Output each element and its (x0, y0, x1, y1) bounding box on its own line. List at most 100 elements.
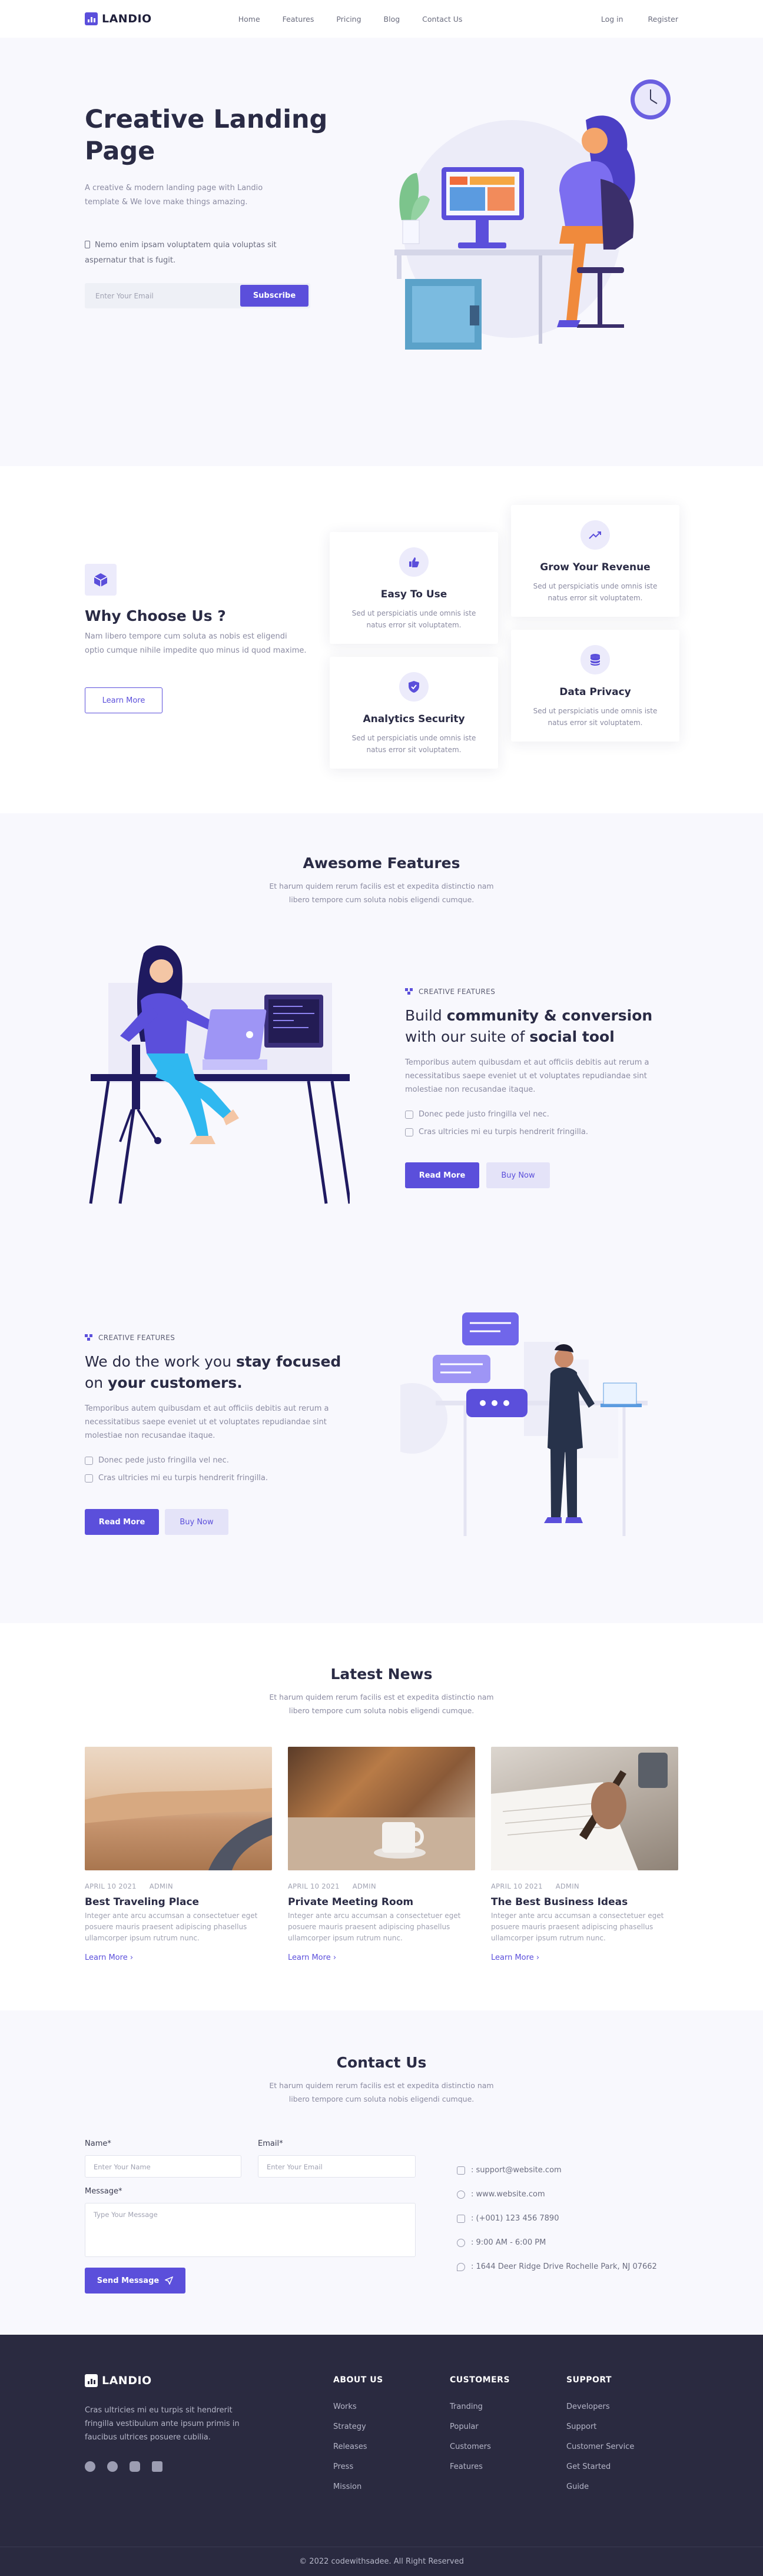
top-navbar: LANDIO Home Features Pricing Blog Contac… (0, 0, 763, 38)
database-icon (580, 645, 610, 674)
email-input[interactable]: Enter Your Email (258, 2155, 416, 2178)
contact-email[interactable]: : support@website.com (457, 2166, 562, 2175)
card-title: Analytics Security (363, 713, 465, 725)
footer-logo[interactable]: LANDIO (85, 2374, 152, 2387)
register-link[interactable]: Register (648, 15, 678, 24)
buy-now-button[interactable]: Buy Now (165, 1509, 228, 1535)
feature-tag: CREATIVE FEATURES (85, 1334, 175, 1342)
thumbs-up-icon (399, 547, 429, 577)
footer-col-title: CUSTOMERS (450, 2375, 510, 2385)
footer-link[interactable]: Get Started (566, 2462, 634, 2471)
mail-icon (457, 2166, 465, 2175)
contact-phone[interactable]: : (+001) 123 456 7890 (457, 2214, 559, 2223)
footer-link[interactable]: Developers (566, 2402, 634, 2411)
social-links (85, 2461, 162, 2472)
phone-icon (457, 2214, 465, 2223)
diamond-icon (85, 1474, 93, 1483)
card-title: Grow Your Revenue (540, 561, 651, 573)
card-text: Sed ut perspiciatis unde omnis iste natu… (351, 609, 476, 629)
megaphone-icon (405, 1128, 413, 1136)
card-text: Sed ut perspiciatis unde omnis iste natu… (351, 734, 476, 754)
link-icon (85, 1456, 93, 1465)
news-title: Private Meeting Room (288, 1896, 414, 1908)
email-input[interactable]: Enter Your Email (85, 292, 240, 300)
author-label: ADMIN (149, 1882, 173, 1890)
nav-pricing[interactable]: Pricing (336, 15, 361, 24)
feature-card-revenue: Grow Your Revenue Sed ut perspiciatis un… (511, 505, 679, 617)
footer-col-title: ABOUT US (333, 2375, 383, 2385)
footer-link[interactable]: Strategy (333, 2422, 383, 2431)
trending-up-icon (580, 520, 610, 550)
news-title: Latest News (330, 1666, 433, 1683)
contact-address: : 1644 Deer Ridge Drive Rochelle Park, N… (457, 2262, 657, 2271)
login-link[interactable]: Log in (601, 15, 623, 24)
card-text: Sed ut perspiciatis unde omnis iste natu… (533, 707, 658, 727)
footer-link[interactable]: Press (333, 2462, 383, 2471)
subscribe-button[interactable]: Subscribe (240, 285, 308, 307)
contact-website[interactable]: : www.website.com (457, 2190, 545, 2199)
news-learn-more[interactable]: Learn More › (491, 1953, 678, 1962)
footer-link[interactable]: Support (566, 2422, 634, 2431)
news-subtitle: Et harum quidem rerum facilis est et exp… (269, 1693, 494, 1715)
hero-note: Nemo enim ipsam voluptatem quia voluptas… (85, 241, 277, 265)
footer-link[interactable]: Popular (450, 2422, 510, 2431)
nav-features[interactable]: Features (283, 15, 314, 24)
footer-link[interactable]: Features (450, 2462, 510, 2471)
features-subtitle: Et harum quidem rerum facilis est et exp… (269, 882, 494, 904)
nav-home[interactable]: Home (238, 15, 260, 24)
feature-item: Cras ultricies mi eu turpis hendrerit fr… (85, 1474, 268, 1483)
news-card[interactable]: APRIL 10 2021 ADMIN Best Traveling Place … (85, 1747, 272, 1962)
logo[interactable]: LANDIO (85, 12, 152, 25)
news-card[interactable]: APRIL 10 2021 ADMIN The Best Business Ide… (491, 1747, 678, 1962)
footer-link[interactable]: Customers (450, 2442, 510, 2451)
facebook-icon[interactable] (85, 2461, 95, 2472)
news-image-desert (85, 1747, 272, 1870)
footer-col-title: SUPPORT (566, 2375, 612, 2385)
footer-about: Cras ultricies mi eu turpis sit hendreri… (85, 2406, 240, 2442)
footer-link[interactable]: Works (333, 2402, 383, 2411)
read-more-button[interactable]: Read More (85, 1509, 159, 1535)
card-text: Sed ut perspiciatis unde omnis iste natu… (533, 582, 658, 602)
instagram-icon[interactable] (130, 2461, 140, 2472)
footer-link[interactable]: Releases (333, 2442, 383, 2451)
news-excerpt: Integer ante arcu accumsan a consectetue… (85, 1912, 258, 1942)
news-excerpt: Integer ante arcu accumsan a consectetue… (288, 1912, 461, 1942)
twitter-icon[interactable] (107, 2461, 118, 2472)
footer-col-about: ABOUT US Works Strategy Releases Press M… (333, 2375, 383, 2491)
nav-contact[interactable]: Contact Us (422, 15, 462, 24)
message-textarea[interactable]: Type Your Message (85, 2203, 416, 2257)
mobile-icon (85, 241, 90, 248)
footer-link[interactable]: Mission (333, 2482, 383, 2491)
globe-icon (457, 2190, 465, 2199)
footer-link[interactable]: Customer Service (566, 2442, 634, 2451)
contact-subtitle: Et harum quidem rerum facilis est et exp… (269, 2081, 494, 2103)
feature-tag: CREATIVE FEATURES (405, 988, 495, 996)
footer-col-customers: CUSTOMERS Tranding Popular Customers Fea… (450, 2375, 510, 2471)
feature-card-privacy: Data Privacy Sed ut perspiciatis unde om… (511, 630, 679, 742)
buy-now-button[interactable]: Buy Now (486, 1162, 550, 1188)
news-image-writing (491, 1747, 678, 1870)
subscribe-form: Enter Your Email Subscribe (85, 283, 310, 308)
feature-card-easy: Easy To Use Sed ut perspiciatis unde omn… (330, 532, 498, 644)
contact-title: Contact Us (336, 2054, 427, 2071)
news-learn-more[interactable]: Learn More › (85, 1953, 272, 1962)
hero-subtitle: A creative & modern landing page with La… (85, 184, 263, 207)
news-learn-more[interactable]: Learn More › (288, 1953, 475, 1962)
news-card[interactable]: APRIL 10 2021 ADMIN Private Meeting Room … (288, 1747, 475, 1962)
footer-link[interactable]: Tranding (450, 2402, 510, 2411)
features-title: Awesome Features (303, 855, 460, 872)
feature-heading: We do the work you stay focused on your … (85, 1353, 341, 1391)
date-label: APRIL 10 2021 (85, 1882, 137, 1890)
cube-outline-icon (405, 1110, 413, 1119)
learn-more-button[interactable]: Learn More (85, 687, 162, 713)
shield-icon (399, 672, 429, 702)
read-more-button[interactable]: Read More (405, 1162, 479, 1188)
linkedin-icon[interactable] (152, 2461, 162, 2472)
nav-blog[interactable]: Blog (384, 15, 400, 24)
date-label: APRIL 10 2021 (491, 1882, 543, 1890)
feature-text: Temporibus autem quibusdam et aut offici… (85, 1404, 329, 1440)
send-message-button[interactable]: Send Message (85, 2268, 185, 2294)
footer-link[interactable]: Guide (566, 2482, 634, 2491)
name-input[interactable]: Enter Your Name (85, 2155, 241, 2178)
date-label: APRIL 10 2021 (288, 1882, 340, 1890)
